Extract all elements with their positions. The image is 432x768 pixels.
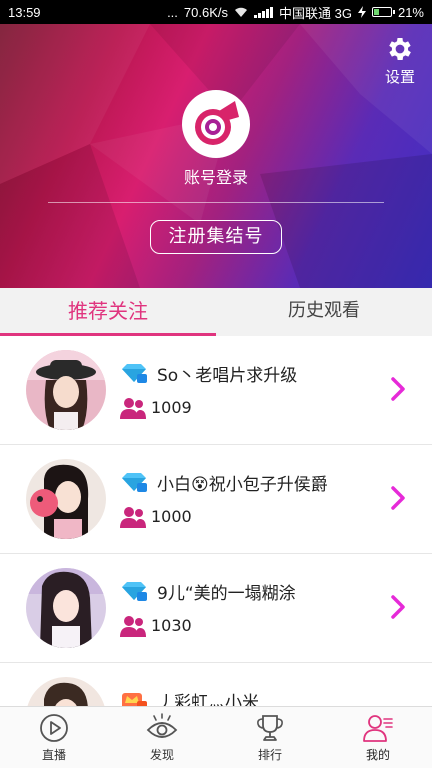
tab-recommended[interactable]: 推荐关注 [0,288,216,336]
status-dots: ... [167,4,178,20]
nav-ranking-label: 排行 [257,748,282,762]
diamond-icon [122,364,147,383]
battery-percent: 21% [397,4,424,20]
followers-icon [120,398,146,419]
followers-icon [120,507,146,528]
avatar [26,677,106,706]
diamond-icon [122,473,147,492]
diamond-icon [122,582,147,601]
network-speed: 70.6K/s [183,4,228,20]
header-divider [48,202,384,203]
avatar [26,350,106,430]
nav-discover-label: 发现 [149,748,174,762]
crown-icon [122,693,147,706]
nav-mine[interactable]: 我的 [324,707,432,768]
nav-mine-label: 我的 [365,748,390,762]
avatar [26,459,106,539]
streamer-name: 小白😵祝小包子升侯爵 [157,475,328,495]
eye-icon [146,713,178,738]
list-item[interactable]: 9儿“美的一塌糊涂 1030 [0,554,432,663]
follower-count: 1009 [151,398,192,417]
play-icon [40,714,68,742]
streamer-list: So丶老唱片求升级 1009 小白� [0,336,432,706]
list-item[interactable]: 小白😵祝小包子升侯爵 1000 [0,445,432,554]
profile-icon [363,715,393,742]
tab-history[interactable]: 历史观看 [216,288,432,336]
chevron-right-icon[interactable] [390,376,406,402]
gear-icon [389,38,411,60]
carrier-label: 中国联通 3G [279,5,352,21]
chevron-right-icon[interactable] [390,485,406,511]
nav-live[interactable]: 直播 [0,707,108,768]
horn-logo-icon [195,101,239,145]
follower-count: 1000 [151,507,192,526]
followers-icon [120,616,146,637]
chevron-right-icon[interactable] [390,594,406,620]
trophy-icon [257,715,283,741]
charging-icon [357,6,366,18]
streamer-name: So丶老唱片求升级 [157,366,298,386]
nav-discover[interactable]: 发现 [108,707,216,768]
nav-live-label: 直播 [41,748,66,762]
wifi-icon [235,7,247,17]
app-logo[interactable] [182,90,250,158]
follow-tabs: 推荐关注 历史观看 [0,288,432,336]
bottom-nav: 直播 发现 排行 我的 [0,706,432,768]
nav-ranking[interactable]: 排行 [216,707,324,768]
battery-icon [371,7,395,17]
settings-button[interactable]: 设置 [380,34,420,87]
register-button[interactable]: 注册集结号 [150,220,282,254]
list-item[interactable]: 丿彩虹灬小米 [0,663,432,706]
avatar [26,568,106,648]
account-login-link[interactable]: 账号登录 [0,164,432,188]
status-time: 13:59 [8,4,41,20]
signal-icon [254,6,273,18]
settings-label: 设置 [384,68,415,86]
streamer-name: 9儿“美的一塌糊涂 [157,584,296,604]
follower-count: 1030 [151,616,192,635]
streamer-name: 丿彩虹灬小米 [157,693,259,706]
profile-header: 设置 账号登录 注册集结号 [0,24,432,288]
status-bar: 13:59 ... 70.6K/s 中国联通 3G 21% [0,0,432,24]
list-item[interactable]: So丶老唱片求升级 1009 [0,336,432,445]
